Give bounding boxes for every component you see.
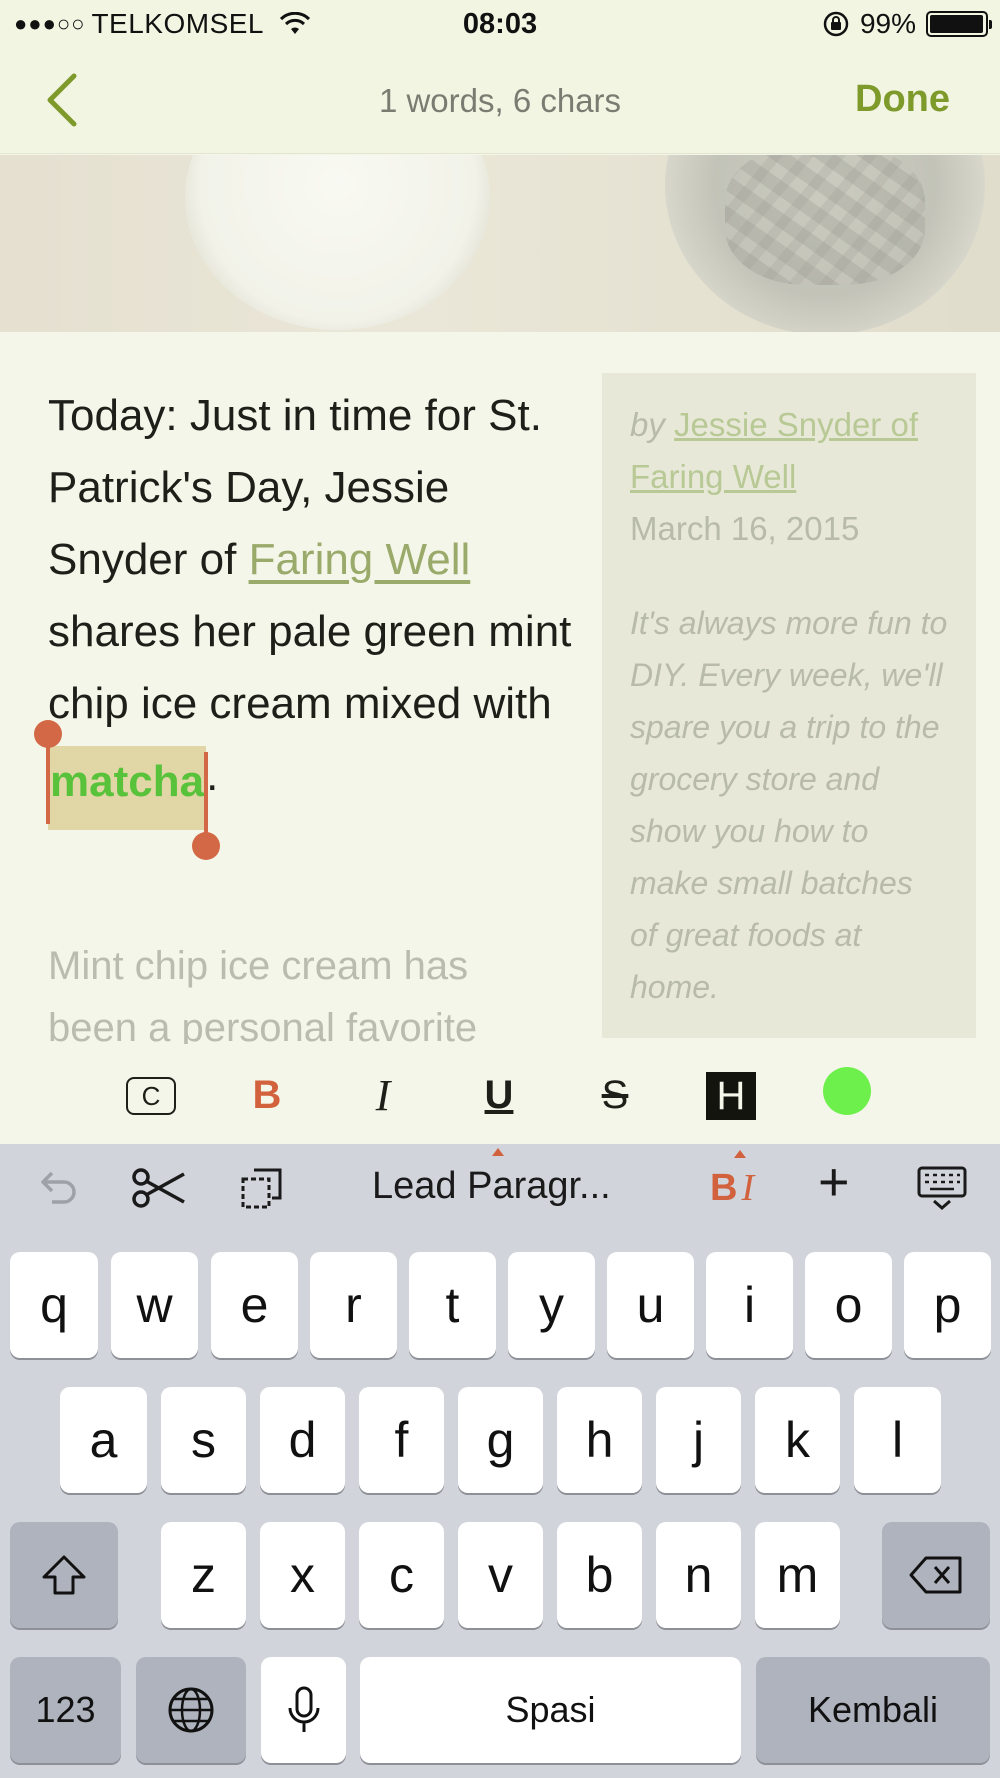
key-o[interactable]: o xyxy=(805,1252,892,1358)
byline: by Jessie Snyder of Faring Well xyxy=(630,399,948,503)
backspace-key[interactable] xyxy=(882,1522,990,1628)
key-v[interactable]: v xyxy=(458,1522,543,1628)
key-f[interactable]: f xyxy=(359,1387,444,1493)
sidebar-intro-text: It's always more fun to DIY. Every week,… xyxy=(630,605,948,1005)
selection-end-caret xyxy=(204,752,209,836)
undo-icon[interactable] xyxy=(34,1164,82,1212)
status-bar: ●●●○○ TELKOMSEL 08:03 99% xyxy=(0,0,1000,48)
article-text-middle: shares her pale green mint chip ice crea… xyxy=(48,607,572,728)
insert-button[interactable]: + xyxy=(818,1152,850,1212)
paragraph-style-selector[interactable]: Lead Paragr... xyxy=(372,1148,611,1210)
key-s[interactable]: s xyxy=(161,1387,246,1493)
key-y[interactable]: y xyxy=(508,1252,595,1358)
key-q[interactable]: q xyxy=(10,1252,98,1358)
keyboard: Lead Paragr... BI + q w e r t y u i o p … xyxy=(0,1144,1000,1778)
bold-button[interactable]: B xyxy=(240,1072,294,1118)
shift-key[interactable] xyxy=(10,1522,118,1628)
selection-start-caret xyxy=(46,740,50,824)
header-image xyxy=(0,155,1000,332)
done-button[interactable]: Done xyxy=(855,78,950,121)
byline-prefix: by xyxy=(630,406,675,443)
return-key[interactable]: Kembali xyxy=(756,1657,990,1763)
shift-icon xyxy=(42,1555,86,1595)
key-a[interactable]: a xyxy=(60,1387,147,1493)
text-style-bold-label: B xyxy=(710,1166,738,1209)
scissors-icon[interactable] xyxy=(130,1164,186,1212)
copy-icon[interactable] xyxy=(238,1164,286,1212)
key-x[interactable]: x xyxy=(260,1522,345,1628)
globe-icon xyxy=(168,1687,214,1733)
keyboard-toolbar: Lead Paragr... BI + xyxy=(0,1144,1000,1230)
orientation-lock-icon xyxy=(823,11,849,37)
globe-key[interactable] xyxy=(136,1657,246,1763)
publish-date: March 16, 2015 xyxy=(630,510,860,547)
text-color-button[interactable] xyxy=(823,1067,871,1115)
selection-end-handle[interactable] xyxy=(192,832,221,860)
code-format-button[interactable]: C xyxy=(126,1077,176,1115)
key-l[interactable]: l xyxy=(854,1387,941,1493)
key-n[interactable]: n xyxy=(656,1522,741,1628)
selected-word-text: matcha xyxy=(50,757,205,806)
space-key[interactable]: Spasi xyxy=(360,1657,741,1763)
numbers-key[interactable]: 123 xyxy=(10,1657,121,1763)
selection-start-handle[interactable] xyxy=(34,720,62,748)
key-e[interactable]: e xyxy=(211,1252,298,1358)
key-d[interactable]: d xyxy=(260,1387,345,1493)
text-style-italic-label: I xyxy=(741,1167,755,1209)
selection-line: matcha. xyxy=(34,720,588,860)
key-p[interactable]: p xyxy=(904,1252,991,1358)
format-toolbar: C B I U S H xyxy=(0,1044,1000,1144)
key-z[interactable]: z xyxy=(161,1522,246,1628)
key-w[interactable]: w xyxy=(111,1252,198,1358)
paragraph-style-label: Lead Paragr... xyxy=(372,1164,611,1207)
key-r[interactable]: r xyxy=(310,1252,397,1358)
key-u[interactable]: u xyxy=(607,1252,694,1358)
dictation-key[interactable] xyxy=(261,1657,346,1763)
strikethrough-button[interactable]: S xyxy=(588,1072,642,1118)
key-t[interactable]: t xyxy=(409,1252,496,1358)
microphone-icon xyxy=(288,1686,319,1732)
status-right: 99% xyxy=(822,8,992,40)
article-link[interactable]: Faring Well xyxy=(249,535,471,584)
battery-percent: 99% xyxy=(859,8,916,39)
word-count-title: 1 words, 6 chars xyxy=(378,82,622,119)
key-m[interactable]: m xyxy=(755,1522,840,1628)
underline-button[interactable]: U xyxy=(472,1072,526,1118)
article-body[interactable]: Today: Just in time for St. Patrick's Da… xyxy=(34,380,588,860)
hide-keyboard-icon[interactable] xyxy=(916,1164,968,1212)
battery-icon xyxy=(926,11,992,37)
byline-link[interactable]: Jessie Snyder of Faring Well xyxy=(630,406,918,495)
key-b[interactable]: b xyxy=(557,1522,642,1628)
key-h[interactable]: h xyxy=(557,1387,642,1493)
key-i[interactable]: i xyxy=(706,1252,793,1358)
highlight-button[interactable]: H xyxy=(706,1072,756,1120)
italic-button[interactable]: I xyxy=(356,1071,410,1120)
article-next-paragraph[interactable]: Mint chip ice cream has been a personal … xyxy=(48,935,568,1045)
backspace-icon xyxy=(909,1556,962,1594)
nav-bar: 1 words, 6 chars Done xyxy=(0,48,1000,154)
key-c[interactable]: c xyxy=(359,1522,444,1628)
key-j[interactable]: j xyxy=(656,1387,741,1493)
text-style-button[interactable]: BI xyxy=(710,1150,755,1212)
key-g[interactable]: g xyxy=(458,1387,543,1493)
byline-sidebar: by Jessie Snyder of Faring Well March 16… xyxy=(602,373,976,1038)
key-k[interactable]: k xyxy=(755,1387,840,1493)
selected-word[interactable]: matcha xyxy=(34,720,221,860)
